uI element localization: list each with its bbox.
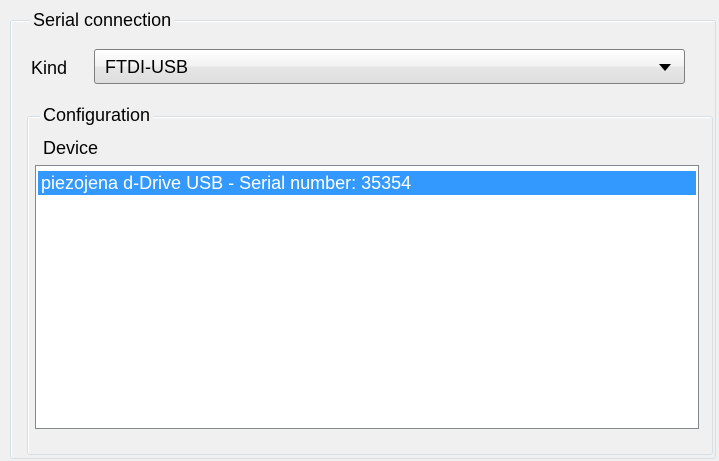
kind-dropdown[interactable]: FTDI-USB [94, 49, 685, 84]
device-listbox[interactable]: piezojena d-Drive USB - Serial number: 3… [35, 165, 699, 429]
device-list-item[interactable]: piezojena d-Drive USB - Serial number: 3… [38, 171, 696, 195]
kind-label: Kind [31, 58, 68, 78]
kind-dropdown-value: FTDI-USB [105, 57, 188, 77]
chevron-down-icon[interactable] [659, 64, 671, 71]
device-label: Device [43, 138, 99, 158]
serial-connection-panel: Serial connection Kind FTDI-USB Configur… [0, 0, 719, 461]
configuration-title: Configuration [40, 104, 154, 126]
serial-connection-title: Serial connection [30, 9, 175, 31]
